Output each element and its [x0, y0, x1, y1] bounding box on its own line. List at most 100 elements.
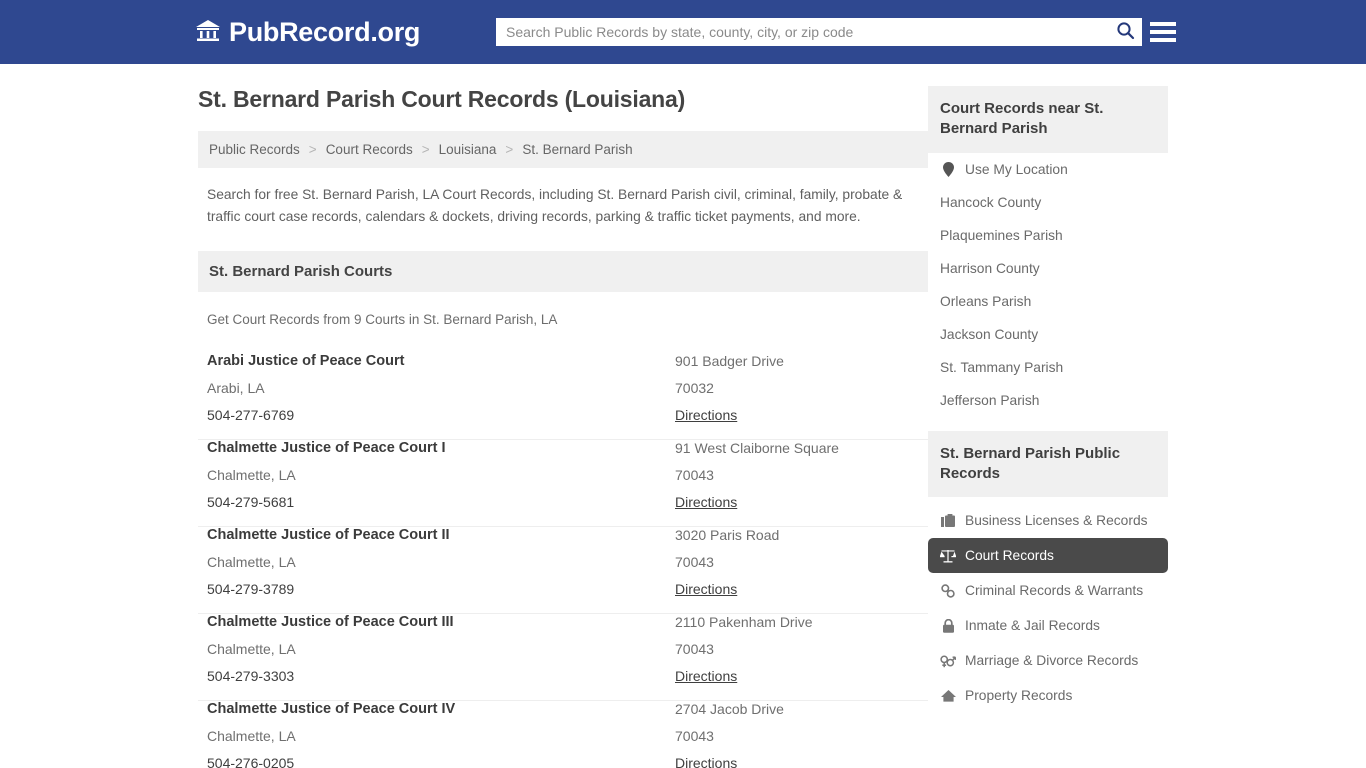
court-name: Chalmette Justice of Peace Court IV: [207, 701, 675, 728]
sidebar: Court Records near St. Bernard Parish Us…: [928, 64, 1168, 768]
search-input[interactable]: [496, 19, 1108, 45]
directions-link[interactable]: Directions: [675, 494, 737, 526]
nearby-panel: Court Records near St. Bernard Parish Us…: [928, 86, 1168, 417]
hamburger-menu-icon: [1150, 30, 1176, 34]
directions-link[interactable]: Directions: [675, 668, 737, 700]
court-zip: 70043: [675, 554, 919, 581]
nearby-item-plaquemines-parish[interactable]: Plaquemines Parish: [928, 219, 1168, 252]
main-content: St. Bernard Parish Court Records (Louisi…: [198, 64, 928, 768]
nearby-item-harrison-county[interactable]: Harrison County: [928, 252, 1168, 285]
breadcrumb-separator-icon: >: [413, 142, 439, 157]
hamburger-menu-button[interactable]: [1150, 18, 1176, 46]
court-info-right: 3020 Paris Road 70043 Directions: [675, 527, 919, 613]
court-info-right: 2704 Jacob Drive 70043 Directions: [675, 701, 919, 768]
court-row: Chalmette Justice of Peace Court II Chal…: [198, 527, 928, 614]
court-city: Chalmette, LA: [207, 728, 675, 755]
page-body: St. Bernard Parish Court Records (Louisi…: [0, 64, 1366, 768]
court-name: Chalmette Justice of Peace Court II: [207, 527, 675, 554]
nearby-item-label: Harrison County: [940, 261, 1040, 276]
nearby-item-st-tammany-parish[interactable]: St. Tammany Parish: [928, 351, 1168, 384]
court-zip: 70043: [675, 467, 919, 494]
public-records-item-property-records[interactable]: Property Records: [928, 678, 1168, 713]
public-records-item-label: Property Records: [965, 688, 1072, 703]
court-address: 901 Badger Drive: [675, 353, 919, 380]
hamburger-menu-icon: [1150, 22, 1176, 26]
court-zip: 70043: [675, 641, 919, 668]
public-records-item-label: Marriage & Divorce Records: [965, 653, 1138, 668]
court-info-left: Arabi Justice of Peace Court Arabi, LA 5…: [207, 353, 675, 439]
courts-section-subheading: Get Court Records from 9 Courts in St. B…: [198, 312, 928, 327]
court-phone: 504-279-5681: [207, 494, 675, 526]
search-button[interactable]: [1108, 18, 1142, 46]
court-info-left: Chalmette Justice of Peace Court IV Chal…: [207, 701, 675, 768]
court-name: Arabi Justice of Peace Court: [207, 353, 675, 380]
court-phone: 504-277-6769: [207, 407, 675, 439]
court-address: 3020 Paris Road: [675, 527, 919, 554]
court-row: Chalmette Justice of Peace Court IV Chal…: [198, 701, 928, 768]
public-records-item-inmate-jail-records[interactable]: Inmate & Jail Records: [928, 608, 1168, 643]
court-name: Chalmette Justice of Peace Court III: [207, 614, 675, 641]
public-records-item-label: Court Records: [965, 548, 1054, 563]
court-info-right: 2110 Pakenham Drive 70043 Directions: [675, 614, 919, 700]
nearby-item-jackson-county[interactable]: Jackson County: [928, 318, 1168, 351]
hamburger-menu-icon: [1150, 38, 1176, 42]
nearby-item-label: Hancock County: [940, 195, 1041, 210]
nearby-item-orleans-parish[interactable]: Orleans Parish: [928, 285, 1168, 318]
court-info-left: Chalmette Justice of Peace Court III Cha…: [207, 614, 675, 700]
directions-link[interactable]: Directions: [675, 581, 737, 613]
court-address: 2110 Pakenham Drive: [675, 614, 919, 641]
court-phone: 504-279-3303: [207, 668, 675, 700]
court-row: Arabi Justice of Peace Court Arabi, LA 5…: [198, 353, 928, 440]
court-info-left: Chalmette Justice of Peace Court II Chal…: [207, 527, 675, 613]
court-phone: 504-279-3789: [207, 581, 675, 613]
directions-link[interactable]: Directions: [675, 407, 737, 439]
public-records-panel-heading: St. Bernard Parish Public Records: [928, 431, 1168, 498]
court-row: Chalmette Justice of Peace Court III Cha…: [198, 614, 928, 701]
public-records-item-marriage-divorce-records[interactable]: Marriage & Divorce Records: [928, 643, 1168, 678]
breadcrumb-item-current: St. Bernard Parish: [522, 142, 632, 157]
padlock-icon: [940, 619, 956, 633]
court-row: Chalmette Justice of Peace Court I Chalm…: [198, 440, 928, 527]
house-icon: [940, 689, 956, 702]
handcuffs-icon: [940, 584, 956, 598]
use-my-location-link[interactable]: Use My Location: [928, 153, 1168, 186]
breadcrumb-separator-icon: >: [496, 142, 522, 157]
court-city: Chalmette, LA: [207, 554, 675, 581]
court-city: Chalmette, LA: [207, 467, 675, 494]
court-address: 2704 Jacob Drive: [675, 701, 919, 728]
public-records-item-business-licenses[interactable]: Business Licenses & Records: [928, 503, 1168, 538]
courts-section-heading: St. Bernard Parish Courts: [198, 251, 928, 292]
nearby-list: Use My Location Hancock County Plaquemin…: [928, 153, 1168, 417]
directions-link[interactable]: Directions: [675, 755, 737, 768]
site-logo-link[interactable]: PubRecord.org: [195, 17, 420, 48]
page-description: Search for free St. Bernard Parish, LA C…: [198, 184, 928, 229]
public-records-item-label: Criminal Records & Warrants: [965, 583, 1143, 598]
breadcrumb-item-louisiana[interactable]: Louisiana: [439, 142, 497, 157]
gender-symbols-icon: [940, 654, 956, 668]
public-records-item-court-records[interactable]: Court Records: [928, 538, 1168, 573]
search-icon: [1116, 21, 1135, 43]
court-info-right: 91 West Claiborne Square 70043 Direction…: [675, 440, 919, 526]
nearby-item-jefferson-parish[interactable]: Jefferson Parish: [928, 384, 1168, 417]
public-records-item-label: Inmate & Jail Records: [965, 618, 1100, 633]
nearby-item-label: Plaquemines Parish: [940, 228, 1063, 243]
breadcrumb-item-court-records[interactable]: Court Records: [326, 142, 413, 157]
use-my-location-label: Use My Location: [965, 162, 1068, 177]
breadcrumb-item-public-records[interactable]: Public Records: [209, 142, 300, 157]
map-pin-icon: [940, 162, 956, 177]
court-info-right: 901 Badger Drive 70032 Directions: [675, 353, 919, 439]
public-records-item-criminal-records[interactable]: Criminal Records & Warrants: [928, 573, 1168, 608]
court-address: 91 West Claiborne Square: [675, 440, 919, 467]
nearby-item-hancock-county[interactable]: Hancock County: [928, 186, 1168, 219]
courts-list: Arabi Justice of Peace Court Arabi, LA 5…: [198, 353, 928, 768]
court-city: Chalmette, LA: [207, 641, 675, 668]
site-header: PubRecord.org: [0, 0, 1366, 64]
breadcrumb: Public Records > Court Records > Louisia…: [198, 131, 928, 168]
public-records-panel: St. Bernard Parish Public Records: [928, 431, 1168, 714]
public-records-item-label: Business Licenses & Records: [965, 513, 1148, 528]
briefcase-icon: [940, 514, 956, 528]
court-phone: 504-276-0205: [207, 755, 675, 768]
breadcrumb-separator-icon: >: [300, 142, 326, 157]
nearby-item-label: Jefferson Parish: [940, 393, 1039, 408]
court-name: Chalmette Justice of Peace Court I: [207, 440, 675, 467]
